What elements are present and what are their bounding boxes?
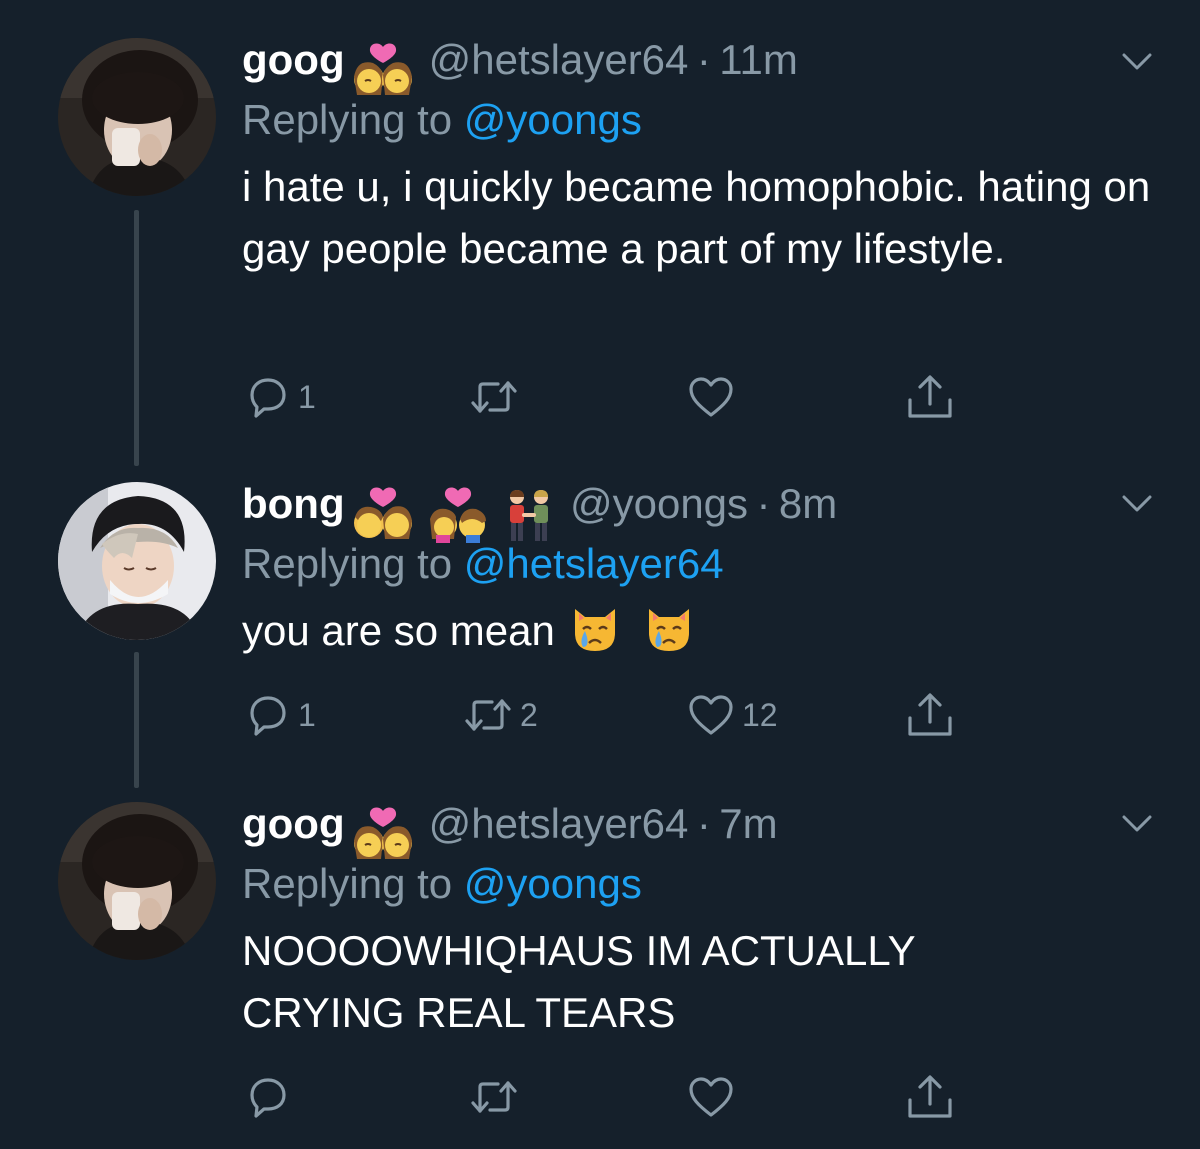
replying-to: Replying to @hetslayer64 [242, 534, 1160, 594]
tweet-text: you are so mean [242, 600, 1160, 672]
time-separator: · [688, 36, 720, 83]
tweet[interactable]: goog @hetslayer64 · 7m Replying to @yoon… [0, 780, 1200, 1149]
reply-count: 1 [298, 696, 316, 733]
display-name[interactable]: bong [242, 480, 345, 527]
avatar[interactable] [58, 38, 216, 196]
reply-icon [250, 1078, 286, 1118]
like-button[interactable]: 12 [688, 690, 778, 740]
chevron-down-icon[interactable] [1122, 52, 1152, 72]
retweet-icon [465, 699, 511, 731]
tweet-text: NOOOOWHIQHAUS IM ACTUALLY CRYING REAL TE… [242, 920, 982, 1044]
tweet[interactable]: bong @yoongs · 8m Replying to @hetslayer… [0, 460, 1200, 780]
tweet-text-body: NOOOOWHIQHAUS IM ACTUALLY CRYING REAL TE… [242, 927, 915, 1036]
time-separator: · [688, 800, 720, 847]
reply-count: 1 [298, 378, 316, 415]
retweet-button[interactable]: 2 [464, 690, 538, 740]
replying-prefix: Replying to [242, 540, 453, 587]
share-icon [908, 1075, 952, 1118]
time-separator: · [748, 480, 779, 527]
reply-button[interactable]: 1 [246, 690, 316, 740]
chevron-down-icon[interactable] [1122, 814, 1152, 834]
crying-cat-emoji [574, 609, 615, 651]
display-name[interactable]: goog [242, 36, 345, 83]
reply-icon [250, 378, 286, 418]
handle[interactable]: @hetslayer64 [429, 36, 689, 83]
handle[interactable]: @yoongs [570, 480, 748, 527]
replying-prefix: Replying to [242, 96, 453, 143]
share-button[interactable] [906, 372, 962, 422]
avatar[interactable] [58, 482, 216, 640]
tweet-actions: 1 2 12 [242, 690, 972, 740]
timestamp[interactable]: 7m [719, 800, 777, 847]
retweet-icon [471, 1081, 517, 1113]
tweet-actions [242, 1072, 972, 1122]
heart-icon [689, 695, 733, 735]
replying-to-link[interactable]: @hetslayer64 [464, 540, 724, 587]
replying-to: Replying to @yoongs [242, 90, 1160, 150]
like-button[interactable] [688, 1072, 742, 1122]
avatar[interactable] [58, 802, 216, 960]
retweet-button[interactable] [470, 372, 526, 422]
share-icon [908, 375, 952, 418]
share-button[interactable] [906, 1072, 962, 1122]
display-name[interactable]: goog [242, 800, 345, 847]
replying-to-link[interactable]: @yoongs [464, 96, 642, 143]
reply-button[interactable]: 1 [246, 372, 316, 422]
tweet[interactable]: goog @hetslayer64 · 11m Replying to @yoo… [0, 0, 1200, 460]
tweet-text-body: i hate u, i quickly became homophobic. h… [242, 163, 1151, 272]
heart-icon [689, 1077, 733, 1117]
like-button[interactable] [688, 372, 742, 422]
share-button[interactable] [906, 690, 962, 740]
heart-icon [689, 377, 733, 417]
retweet-button[interactable] [470, 1072, 526, 1122]
tweet-text-body: you are so mean [242, 607, 555, 654]
retweet-count: 2 [520, 696, 538, 733]
reply-button[interactable] [246, 1072, 298, 1122]
chevron-down-icon[interactable] [1122, 494, 1152, 514]
replying-to: Replying to @yoongs [242, 854, 1160, 914]
timestamp[interactable]: 11m [719, 36, 798, 83]
like-count: 12 [742, 696, 778, 733]
timestamp[interactable]: 8m [779, 480, 837, 527]
handle[interactable]: @hetslayer64 [429, 800, 689, 847]
share-icon [908, 693, 952, 736]
text-emoji-group [569, 603, 695, 672]
reply-icon [250, 696, 286, 736]
tweet-text: i hate u, i quickly became homophobic. h… [242, 156, 1160, 280]
replying-to-link[interactable]: @yoongs [464, 860, 642, 907]
crying-cat-emoji [648, 609, 689, 651]
tweet-actions: 1 [242, 372, 972, 422]
retweet-icon [471, 381, 517, 413]
replying-prefix: Replying to [242, 860, 453, 907]
